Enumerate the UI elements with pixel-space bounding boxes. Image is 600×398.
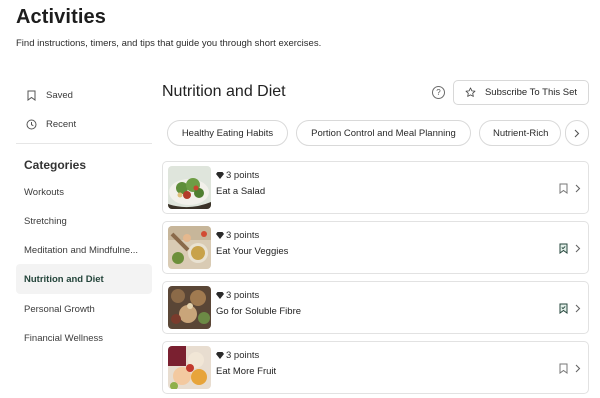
chevron-right-icon[interactable] <box>573 242 583 254</box>
sidebar-item-label: Recent <box>46 118 77 130</box>
activity-card[interactable]: 3 points Eat Your Veggies <box>162 221 589 274</box>
sidebar-divider <box>16 143 152 144</box>
activity-title: Go for Soluble Fibre <box>216 306 302 317</box>
subscribe-label: Subscribe To This Set <box>484 87 578 98</box>
points-label: 3 points <box>216 290 259 301</box>
bookmark-icon[interactable] <box>557 182 569 194</box>
set-title: Nutrition and Diet <box>162 83 286 100</box>
activity-card[interactable]: 3 points Go for Soluble Fibre <box>162 281 589 334</box>
chip-portion-control[interactable]: Portion Control and Meal Planning <box>296 120 471 146</box>
fruit-image <box>168 346 211 389</box>
category-workouts[interactable]: Workouts <box>16 177 152 207</box>
subscribe-button[interactable]: Subscribe To This Set <box>453 80 589 105</box>
points-value: 3 points <box>226 350 260 361</box>
diamond-icon <box>216 172 224 179</box>
diamond-icon <box>216 232 224 239</box>
categories-heading: Categories <box>24 158 87 172</box>
points-label: 3 points <box>216 230 259 241</box>
veggies-image <box>168 226 211 269</box>
category-nutrition-and-diet[interactable]: Nutrition and Diet <box>16 264 152 294</box>
category-stretching[interactable]: Stretching <box>16 206 152 236</box>
activity-card[interactable]: 3 points Eat More Fruit <box>162 341 589 394</box>
activity-card[interactable]: 3 points Eat a Salad <box>162 161 589 214</box>
chevron-right-icon[interactable] <box>573 302 583 314</box>
activity-title: Eat a Salad <box>216 186 266 197</box>
star-icon <box>465 87 477 99</box>
chip-nutrient-rich[interactable]: Nutrient-Rich <box>479 120 561 146</box>
bookmark-filled-icon[interactable] <box>557 242 569 254</box>
category-personal-growth[interactable]: Personal Growth <box>16 294 152 324</box>
bookmark-icon[interactable] <box>557 362 569 374</box>
points-label: 3 points <box>216 350 259 361</box>
points-label: 3 points <box>216 170 259 181</box>
page-title: Activities <box>16 6 106 28</box>
diamond-icon <box>216 292 224 299</box>
points-value: 3 points <box>226 170 260 181</box>
sidebar-item-label: Saved <box>46 89 73 101</box>
activity-title: Eat More Fruit <box>216 366 277 377</box>
category-meditation[interactable]: Meditation and Mindfulne... <box>16 235 152 265</box>
chip-healthy-eating-habits[interactable]: Healthy Eating Habits <box>167 120 288 146</box>
bookmark-icon <box>24 88 38 102</box>
question-circle-icon[interactable]: ? <box>432 86 445 99</box>
clock-icon <box>24 117 38 131</box>
sidebar-item-saved[interactable]: Saved <box>16 81 152 109</box>
diamond-icon <box>216 352 224 359</box>
sidebar-item-recent[interactable]: Recent <box>16 110 152 138</box>
chevron-right-icon[interactable] <box>565 120 589 146</box>
chevron-right-icon[interactable] <box>573 362 583 374</box>
category-financial-wellness[interactable]: Financial Wellness <box>16 323 152 353</box>
activity-title: Eat Your Veggies <box>216 246 289 257</box>
fibre-image <box>168 286 211 329</box>
salad-image <box>168 166 211 209</box>
chevron-right-icon[interactable] <box>573 182 583 194</box>
bookmark-filled-icon[interactable] <box>557 302 569 314</box>
points-value: 3 points <box>226 290 260 301</box>
points-value: 3 points <box>226 230 260 241</box>
page-subtitle: Find instructions, timers, and tips that… <box>16 38 322 49</box>
